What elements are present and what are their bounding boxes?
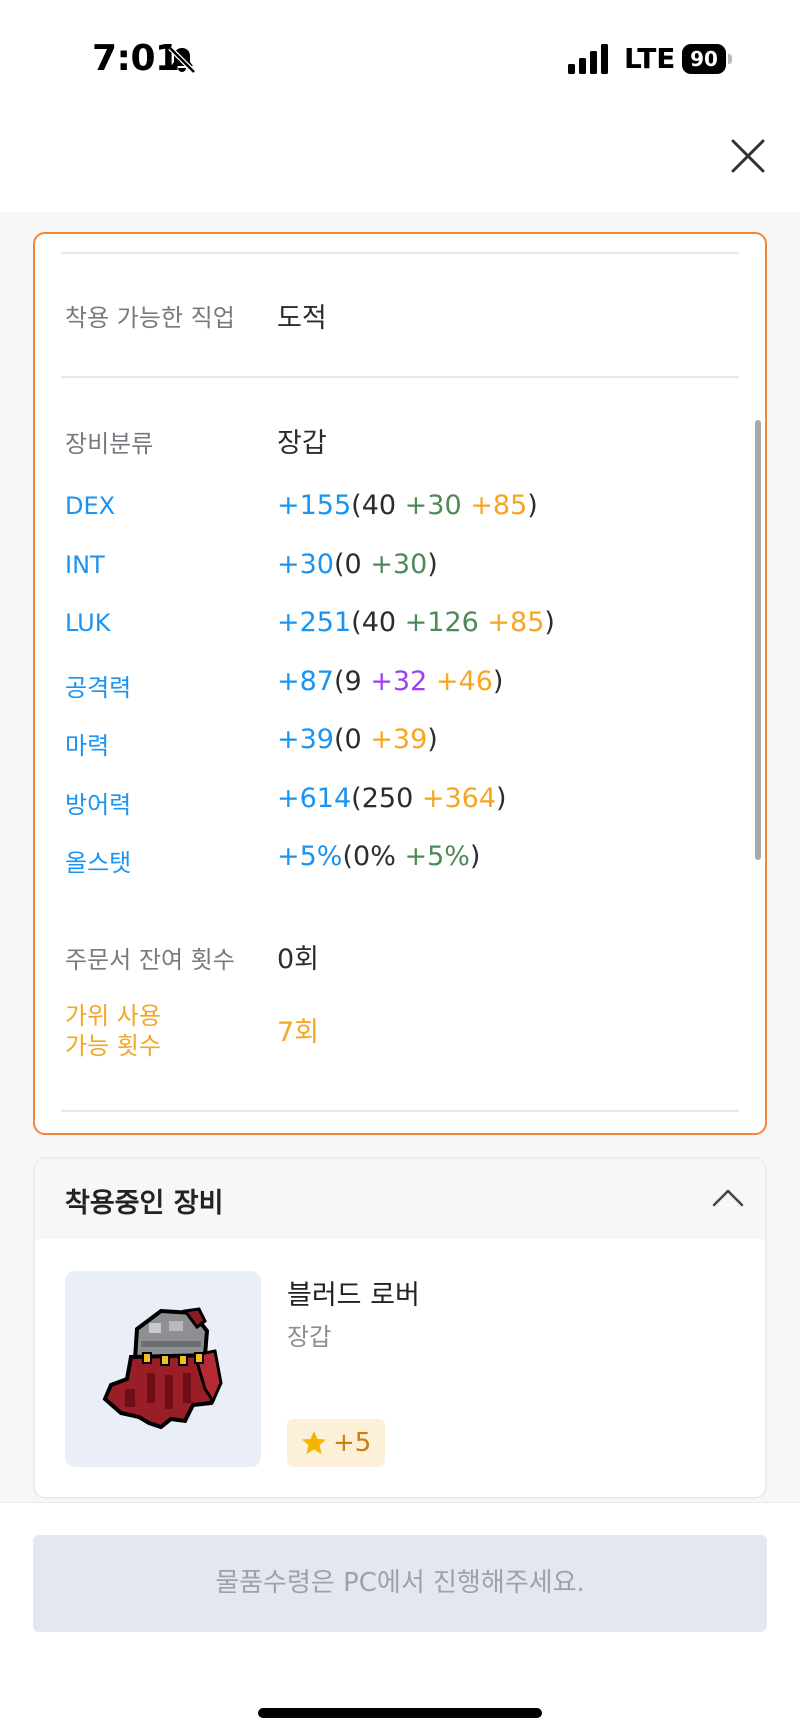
- stat-bonus: +39: [370, 724, 428, 755]
- stat-total: +614: [277, 783, 352, 814]
- item-name: 블러드 로버: [287, 1280, 420, 1311]
- paren: (: [333, 549, 345, 580]
- stat-base: 0%: [353, 841, 396, 872]
- paren: ): [469, 841, 481, 872]
- stat-total: +39: [277, 724, 334, 755]
- receive-notice-button[interactable]: 물품수령은 PC에서 진행해주세요.: [33, 1535, 767, 1632]
- stat-label: DEX: [65, 492, 116, 520]
- stat-bonus: +85: [470, 490, 528, 521]
- category-label: 장비분류: [65, 430, 154, 458]
- star-force-value: +5: [333, 1428, 372, 1458]
- signal-icon: [568, 44, 608, 74]
- paren: (: [351, 607, 362, 638]
- stat-value: +39(0 +39): [277, 724, 438, 755]
- scroll-count-label: 주문서 잔여 횟수: [65, 946, 235, 974]
- status-bar: 7:01 LTE 90: [0, 0, 800, 120]
- job-label: 착용 가능한 직업: [65, 304, 235, 332]
- stat-bonus: +5%: [404, 841, 470, 872]
- stat-bonus: +364: [421, 783, 497, 814]
- paren: ): [427, 549, 438, 580]
- scissors-count-value: 7회: [277, 1017, 320, 1048]
- stat-total: +87: [277, 666, 334, 697]
- divider: [61, 376, 739, 378]
- star-force-badge: +5: [287, 1419, 385, 1467]
- paren: ): [492, 666, 504, 697]
- stat-value: +30(0 +30): [277, 549, 438, 580]
- stat-total: +155: [277, 490, 352, 521]
- bell-slash-icon: [168, 46, 196, 74]
- stat-value: +87(9 +32 +46): [277, 666, 503, 697]
- job-value: 도적: [277, 303, 327, 334]
- paren: (: [342, 841, 354, 872]
- stat-total: +30: [277, 549, 334, 580]
- stat-value: +155(40 +30 +85): [277, 490, 538, 521]
- stat-label: INT: [65, 551, 105, 579]
- stat-bonus: +32: [370, 666, 428, 697]
- stat-value: +614(250 +364): [277, 783, 507, 814]
- stat-bonus: +30: [404, 490, 462, 521]
- battery-cap: [728, 54, 732, 64]
- stat-label: LUK: [65, 609, 111, 637]
- stat-value: +5%(0% +5%): [277, 841, 480, 872]
- stat-total: +251: [277, 607, 352, 638]
- stat-base: 250: [361, 783, 414, 814]
- paren: ): [496, 783, 507, 814]
- paren: ): [527, 490, 538, 521]
- equipped-title: 착용중인 장비: [65, 1188, 224, 1219]
- stat-bonus: +126: [404, 607, 479, 638]
- divider: [61, 252, 739, 254]
- paren: (: [333, 724, 345, 755]
- glove-icon: [102, 1307, 223, 1430]
- stat-base: 40: [361, 490, 397, 521]
- network-type: LTE: [624, 42, 676, 75]
- item-image: [65, 1271, 261, 1467]
- item-type: 장갑: [287, 1323, 332, 1351]
- stat-label: 올스탯: [65, 849, 132, 877]
- stat-base: 9: [344, 666, 362, 697]
- stat-base: 40: [361, 607, 397, 638]
- stat-label: 방어력: [65, 791, 132, 819]
- stat-value: +251(40 +126 +85): [277, 607, 555, 638]
- star-icon: [302, 1431, 326, 1454]
- stat-bonus: +85: [487, 607, 545, 638]
- item-detail-card[interactable]: 착용 가능한 직업 도적 장비분류 장갑 주문서 잔여 횟수 0회 가위 사용 …: [33, 232, 767, 1135]
- stat-label: 공격력: [65, 674, 132, 702]
- paren: (: [333, 666, 345, 697]
- scrollbar[interactable]: [755, 420, 761, 860]
- chevron-up-icon[interactable]: [711, 1185, 745, 1209]
- stat-bonus: +30: [370, 549, 428, 580]
- home-indicator: [258, 1708, 542, 1718]
- stat-base: 0: [344, 724, 362, 755]
- stat-bonus: +46: [435, 666, 493, 697]
- equipped-header[interactable]: 착용중인 장비: [35, 1159, 765, 1239]
- scroll-count-value: 0회: [277, 944, 320, 975]
- equipped-section: 착용중인 장비 블러드 로버 장갑 +5: [33, 1157, 767, 1499]
- stat-base: 0: [344, 549, 362, 580]
- modal-header: [0, 120, 800, 212]
- close-icon[interactable]: [728, 136, 768, 176]
- stat-total: +5%: [277, 841, 343, 872]
- category-value: 장갑: [277, 428, 327, 459]
- paren: ): [544, 607, 555, 638]
- scissors-label-line2: 가능 횟수: [65, 1032, 161, 1060]
- divider: [61, 1110, 739, 1112]
- battery-level: 90: [682, 44, 726, 74]
- stat-label: 마력: [65, 732, 110, 760]
- paren: (: [351, 490, 362, 521]
- battery-icon: 90: [682, 44, 732, 74]
- paren: ): [427, 724, 438, 755]
- paren: (: [351, 783, 362, 814]
